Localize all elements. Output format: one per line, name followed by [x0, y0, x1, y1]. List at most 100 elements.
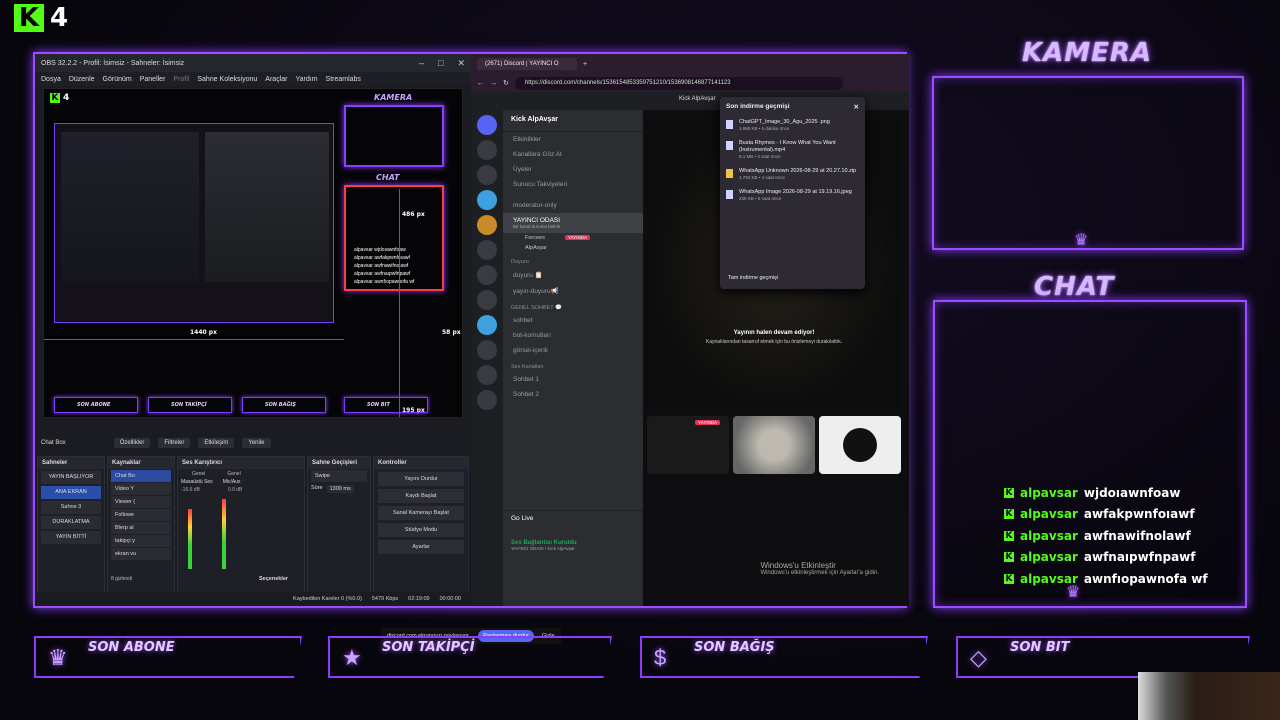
transition-select[interactable]: Swipe	[311, 470, 367, 482]
virtual-camera-button[interactable]: Sanal Kamerayı Başlat	[378, 506, 464, 520]
file-icon	[726, 141, 733, 150]
download-item[interactable]: WhatsApp Unknown 2026-08-29 at 20.27.10.…	[726, 168, 859, 180]
channel-item[interactable]: Üyeler	[503, 162, 643, 177]
studio-mode-button[interactable]: Stüdyo Modu	[378, 523, 464, 537]
server-name[interactable]: Kick AlpAvşar	[503, 110, 643, 132]
mini-bottom-bar: SON TAKİPÇİ	[148, 397, 232, 413]
reload-icon[interactable]: ↻	[503, 79, 509, 87]
scene-item[interactable]: Sahne 3	[41, 501, 101, 514]
server-icon[interactable]	[477, 140, 497, 160]
channel-item[interactable]: Etkinlikler	[503, 132, 643, 147]
filters-button[interactable]: Filtreler	[158, 438, 191, 448]
refresh-button[interactable]: Yenile	[242, 438, 271, 448]
stop-stream-button[interactable]: Yayını Durdur	[378, 472, 464, 486]
download-item[interactable]: Busta Rhymes - I Know What You Want (Ins…	[726, 140, 859, 159]
server-icon[interactable]	[477, 265, 497, 285]
category[interactable]: GENEL SOHBET 💬	[503, 299, 643, 313]
scene-item[interactable]: ANA EKRAN	[41, 486, 101, 499]
properties-button[interactable]: Özellikler	[113, 438, 151, 448]
participant-tile[interactable]: YAYINDA	[647, 416, 729, 474]
server-icon[interactable]	[477, 390, 497, 410]
downloads-popup: Son indirme geçmişi ✕ ChatGPT_Image_30_Ag…	[720, 97, 865, 289]
scene-options[interactable]: Seçenekler	[259, 576, 288, 582]
new-tab-icon[interactable]: +	[583, 61, 587, 68]
server-icon[interactable]	[477, 315, 497, 335]
menu-item[interactable]: Profil	[173, 76, 189, 83]
category[interactable]: Ses Kanalları	[503, 358, 643, 372]
channel-item[interactable]: bot-komutları	[503, 328, 643, 343]
menu-item[interactable]: Yardım	[295, 76, 317, 83]
start-recording-button[interactable]: Kaydı Başlat	[378, 489, 464, 503]
stream-time: 02:19:09	[408, 596, 430, 602]
voice-user[interactable]: AlpAvşar	[503, 243, 643, 253]
participant-tile[interactable]	[819, 416, 901, 474]
server-icon[interactable]	[477, 215, 497, 235]
settings-button[interactable]: Ayarlar	[378, 540, 464, 554]
channel-item[interactable]: moderator-only	[503, 198, 643, 213]
activation-sub: Windows'u etkinleştirmek için Ayarlar'a …	[760, 570, 879, 576]
scene-item[interactable]: YAYIN BİTTİ	[41, 531, 101, 544]
menu-item[interactable]: Streamlabs	[326, 76, 361, 83]
activation-title: Windows'u Etkinleştir	[760, 561, 836, 570]
download-item[interactable]: ChatGPT_Image_30_Agu_2025 .png 1.888 KB •…	[726, 119, 859, 131]
menu-item[interactable]: Sahne Koleksiyonu	[197, 76, 257, 83]
channel-item[interactable]: Sunucu Takviyeleri	[503, 177, 643, 192]
source-item[interactable]: Viewer (	[111, 496, 171, 508]
server-icon[interactable]	[477, 165, 497, 185]
scene-item[interactable]: DURAKLATMA	[41, 516, 101, 529]
menu-item[interactable]: Araçlar	[265, 76, 287, 83]
server-icon[interactable]	[477, 340, 497, 360]
go-live-button[interactable]: Go Live	[503, 510, 643, 526]
server-icon[interactable]	[477, 365, 497, 385]
source-item[interactable]: Blerp al	[111, 522, 171, 534]
forward-icon[interactable]: →	[490, 80, 497, 87]
source-item[interactable]: Chat Bo	[111, 470, 171, 482]
source-item[interactable]: Followe	[111, 509, 171, 521]
last-follower-bar: ★ SON TAKİPÇİ	[328, 636, 612, 678]
discord-home-icon[interactable]	[477, 115, 497, 135]
channel-item[interactable]: duyuru 📋	[503, 267, 643, 283]
interact-button[interactable]: Etkileşim	[198, 438, 235, 448]
source-item[interactable]: Video Y	[111, 483, 171, 495]
obs-preview[interactable]: K4 KAMERA CHAT alpavsar wjdoıawnfoaw alp…	[43, 88, 463, 418]
sources-dock: Kaynaklar Chat Bo Video Y Viewer ( Follo…	[107, 456, 175, 596]
dock-header: Ses Karıştırıcı	[178, 457, 304, 469]
minimize-icon[interactable]: –	[419, 58, 424, 69]
menu-item[interactable]: Dosya	[41, 76, 61, 83]
chat-label: CHAT	[1034, 272, 1115, 302]
channel-item[interactable]: Sohbet 2	[503, 387, 643, 402]
download-meta: 1.888 KB • 6 dakika önce	[739, 126, 790, 131]
chat-message: Kalpavsar awnfıopawnofa wf	[1004, 568, 1208, 590]
url-field[interactable]: https://discord.com/channels/15361548533…	[514, 76, 843, 90]
maximize-icon[interactable]: □	[438, 58, 443, 69]
mixer-label: Genel	[227, 471, 241, 477]
discord-tab[interactable]: (2671) Discord | YAYINCI O	[477, 58, 577, 70]
server-icon[interactable]	[477, 290, 497, 310]
downloads-title: Son indirme geçmişi	[726, 103, 790, 110]
channel-item[interactable]: Kanallara Göz At	[503, 147, 643, 162]
chat-message: Kalpavsar awfnaıpwfnpawf	[1004, 547, 1208, 569]
channel-item[interactable]: görsel-içerik	[503, 343, 643, 358]
close-icon[interactable]: ✕	[854, 103, 859, 111]
back-icon[interactable]: ←	[477, 80, 484, 87]
channel-item[interactable]: sohbet	[503, 313, 643, 328]
server-icon[interactable]	[477, 190, 497, 210]
server-icon[interactable]	[477, 240, 497, 260]
channel-item[interactable]: Sohbet 1	[503, 372, 643, 387]
duration-field[interactable]: 1300 ms	[326, 485, 354, 493]
source-item[interactable]: takipçi y	[111, 535, 171, 547]
menu-item[interactable]: Görünüm	[103, 76, 132, 83]
windows-activation: Windows'u Etkinleştir Windows'u etkinleş…	[760, 561, 879, 576]
download-item[interactable]: WhatsApp Image 2026-08-29 at 19.19.16.jp…	[726, 189, 859, 201]
voice-channel-active[interactable]: YAYINCI ODASI Bir kanal durumu belirle	[503, 213, 643, 233]
menu-item[interactable]: Paneller	[140, 76, 166, 83]
scene-item[interactable]: YAYIN BAŞLIYOR	[41, 471, 101, 484]
close-icon[interactable]: ✕	[457, 58, 465, 69]
source-item[interactable]: ekran vu	[111, 548, 171, 560]
participant-tile[interactable]	[733, 416, 815, 474]
category[interactable]: Duyuru	[503, 253, 643, 267]
channel-item[interactable]: yayın-duyuru📢	[503, 283, 643, 299]
menu-item[interactable]: Düzenle	[69, 76, 95, 83]
voice-user[interactable]: Forcees YAYINDA	[503, 233, 643, 243]
full-history-link[interactable]: Tam indirme geçmişi	[728, 275, 778, 281]
